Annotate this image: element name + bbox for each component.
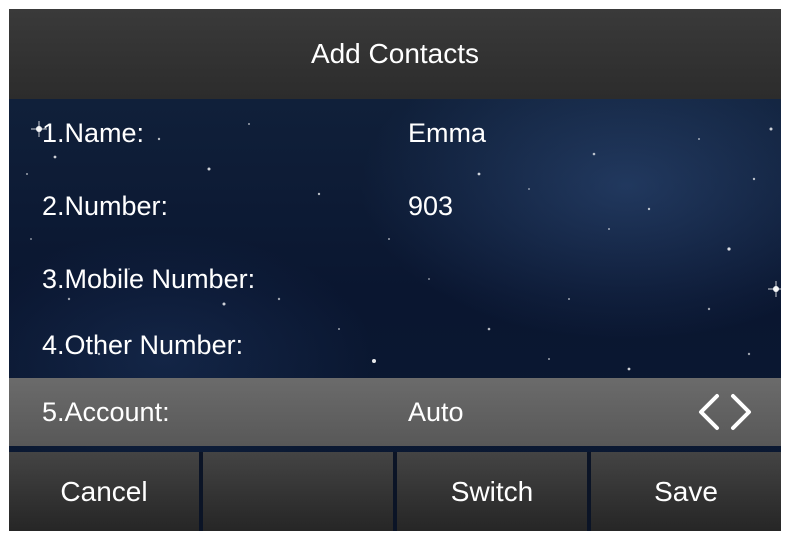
field-other-number-row[interactable]: 4.Other Number: xyxy=(9,311,781,379)
field-label: 1.Name: xyxy=(42,117,145,148)
blank-softkey[interactable] xyxy=(203,452,393,531)
page-title: Add Contacts xyxy=(310,38,480,69)
field-number-row[interactable]: 2.Number: 903 xyxy=(9,172,781,240)
field-name-row[interactable]: 1.Name: Emma xyxy=(9,99,781,167)
chevron-right-icon xyxy=(731,394,751,430)
switch-button[interactable]: Switch xyxy=(397,452,587,531)
name-value[interactable]: Emma xyxy=(408,118,486,149)
field-label: 2.Number: xyxy=(42,190,169,221)
account-value[interactable]: Auto xyxy=(408,397,464,428)
phone-screen: Add Contacts 1.Name: Emma 2.Number: 903 … xyxy=(9,9,781,531)
softkey-bar: Cancel Switch Save xyxy=(9,452,781,531)
account-selector-arrows[interactable] xyxy=(693,392,757,432)
chevron-left-icon xyxy=(699,394,719,430)
save-button[interactable]: Save xyxy=(591,452,781,531)
title-bar: Add Contacts xyxy=(9,9,781,99)
field-mobile-number-row[interactable]: 3.Mobile Number: xyxy=(9,245,781,313)
field-label: 5.Account: xyxy=(42,396,170,427)
field-label: 4.Other Number: xyxy=(42,329,244,360)
number-value[interactable]: 903 xyxy=(408,191,453,222)
cancel-button[interactable]: Cancel xyxy=(9,452,199,531)
field-account-row[interactable]: 5.Account: Auto xyxy=(9,378,781,446)
field-label: 3.Mobile Number: xyxy=(42,263,256,294)
